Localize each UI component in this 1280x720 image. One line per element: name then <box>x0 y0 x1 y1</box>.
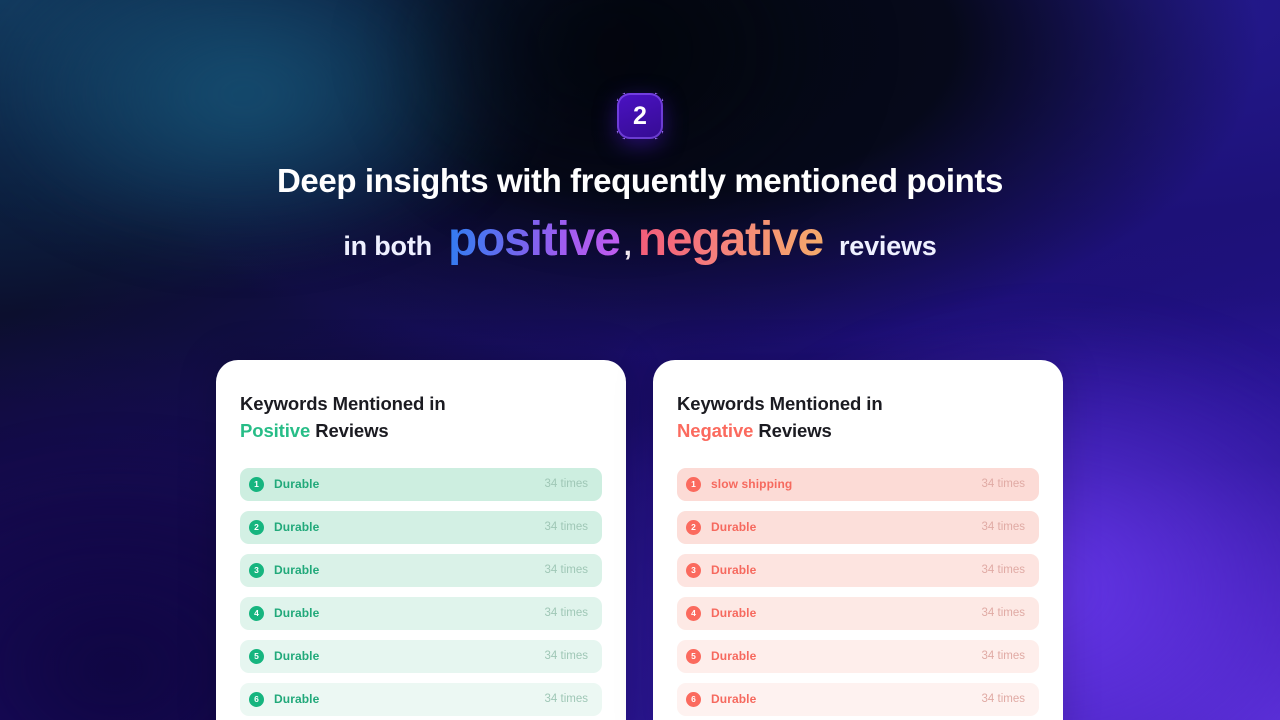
keyword-rank-badge: 6 <box>249 691 264 707</box>
keyword-label: Durable <box>274 477 320 492</box>
keyword-rank-badge: 2 <box>249 519 264 535</box>
keyword-rank-badge: 3 <box>249 562 264 578</box>
keyword-row[interactable]: 2 Durable 34 times <box>240 510 602 544</box>
keyword-label: Durable <box>274 606 320 621</box>
negative-card-title-rest: Reviews <box>758 420 832 442</box>
hero-subtitle: in both positive , negative reviews <box>343 212 936 267</box>
keyword-rank-badge: 4 <box>249 605 264 621</box>
keyword-row[interactable]: 4 Durable 34 times <box>677 596 1039 630</box>
step-number-label: 2 <box>633 101 647 130</box>
keyword-label: Durable <box>274 649 320 664</box>
keyword-row[interactable]: 6 Durable 34 times <box>240 682 602 716</box>
subtitle-negative-word: negative <box>637 213 824 266</box>
positive-keyword-list: 1 Durable 34 times 2 Durable 34 times 3 Durable… <box>240 467 602 716</box>
keyword-row[interactable]: 2 Durable 34 times <box>677 510 1039 544</box>
keyword-label: Durable <box>711 606 757 621</box>
keyword-count: 34 times <box>981 521 1025 534</box>
keyword-count: 34 times <box>981 693 1025 706</box>
keyword-label: Durable <box>711 520 757 535</box>
keyword-label: Durable <box>274 563 320 578</box>
keyword-row[interactable]: 1 slow shipping 34 times <box>677 467 1039 501</box>
subtitle-comma: , <box>623 230 632 262</box>
keyword-label: Durable <box>711 563 757 578</box>
keyword-rank-badge: 6 <box>686 691 701 707</box>
keyword-rank-badge: 5 <box>686 648 701 664</box>
negative-card-title-line1: Keywords Mentioned in <box>677 393 883 414</box>
keyword-count: 34 times <box>981 478 1025 491</box>
keyword-label: Durable <box>711 692 757 707</box>
step-number-badge: 2 <box>616 92 664 140</box>
subtitle-suffix: reviews <box>838 231 937 261</box>
keyword-row[interactable]: 5 Durable 34 times <box>240 639 602 673</box>
positive-card-title-rest: Reviews <box>315 420 389 442</box>
keyword-rank-badge: 4 <box>686 605 701 621</box>
page-title: Deep insights with frequently mentioned … <box>277 162 1003 199</box>
positive-card-title-accent: Positive <box>240 420 311 442</box>
keyword-rank-badge: 2 <box>686 519 701 535</box>
keyword-label: slow shipping <box>711 477 793 492</box>
keyword-count: 34 times <box>544 607 588 620</box>
keyword-row[interactable]: 5 Durable 34 times <box>677 639 1039 673</box>
keyword-cards-container: Keywords Mentioned in Positive Reviews 1… <box>216 360 1063 720</box>
negative-card-title-accent: Negative <box>677 420 754 442</box>
positive-reviews-card: Keywords Mentioned in Positive Reviews 1… <box>216 360 626 720</box>
keyword-rank-badge: 1 <box>686 476 701 492</box>
keyword-rank-badge: 5 <box>249 648 264 664</box>
negative-keyword-list: 1 slow shipping 34 times 2 Durable 34 times 3 D… <box>677 467 1039 716</box>
positive-card-title-line1: Keywords Mentioned in <box>240 393 446 414</box>
keyword-count: 34 times <box>544 521 588 534</box>
keyword-row[interactable]: 3 Durable 34 times <box>240 553 602 587</box>
positive-card-title: Keywords Mentioned in Positive Reviews <box>240 390 602 445</box>
keyword-row[interactable]: 6 Durable 34 times <box>677 682 1039 716</box>
keyword-count: 34 times <box>981 564 1025 577</box>
subtitle-positive-word: positive <box>447 213 621 266</box>
keyword-label: Durable <box>274 692 320 707</box>
keyword-count: 34 times <box>544 693 588 706</box>
keyword-rank-badge: 3 <box>686 562 701 578</box>
keyword-row[interactable]: 1 Durable 34 times <box>240 467 602 501</box>
keyword-count: 34 times <box>981 650 1025 663</box>
keyword-count: 34 times <box>544 650 588 663</box>
keyword-label: Durable <box>711 649 757 664</box>
keyword-count: 34 times <box>981 607 1025 620</box>
keyword-row[interactable]: 4 Durable 34 times <box>240 596 602 630</box>
keyword-label: Durable <box>274 520 320 535</box>
keyword-count: 34 times <box>544 564 588 577</box>
keyword-count: 34 times <box>544 478 588 491</box>
keyword-row[interactable]: 3 Durable 34 times <box>677 553 1039 587</box>
negative-card-title: Keywords Mentioned in Negative Reviews <box>677 390 1039 445</box>
keyword-rank-badge: 1 <box>249 476 264 492</box>
negative-reviews-card: Keywords Mentioned in Negative Reviews 1… <box>653 360 1063 720</box>
subtitle-prefix: in both <box>343 231 432 261</box>
hero-header: 2 Deep insights with frequently mentione… <box>0 0 1280 267</box>
